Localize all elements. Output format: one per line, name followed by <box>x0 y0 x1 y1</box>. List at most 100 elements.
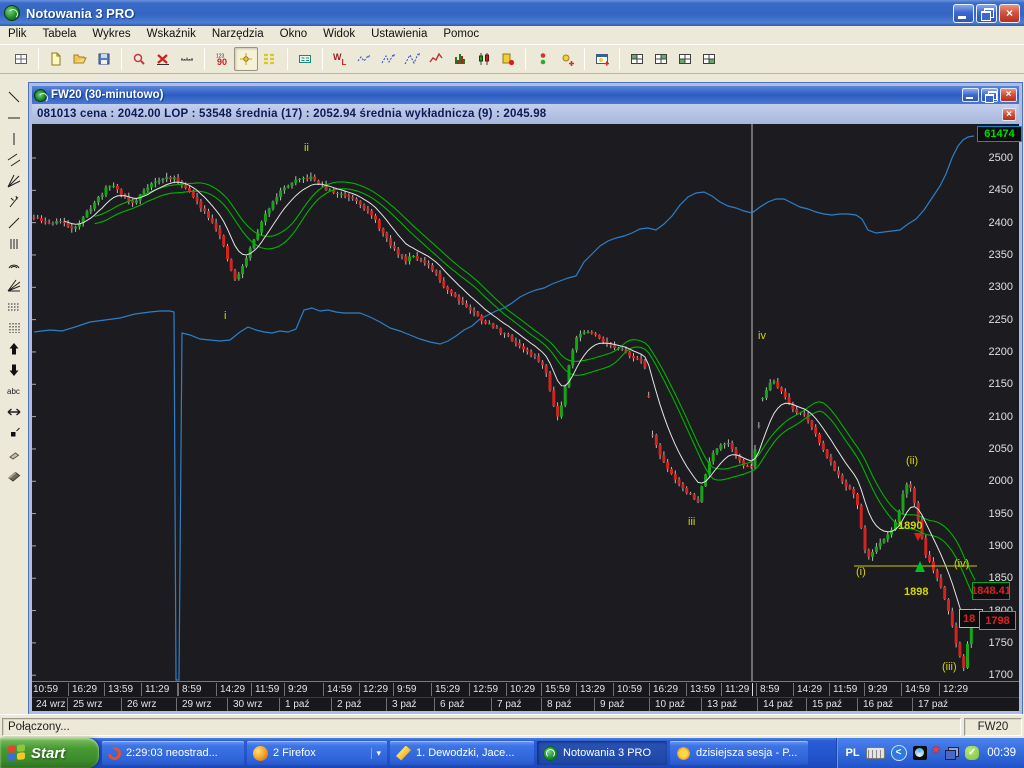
bar-chart-button[interactable] <box>448 47 472 71</box>
antivirus-check-icon[interactable]: ✓ <box>965 746 980 760</box>
vertical-lines-tool[interactable] <box>2 233 26 254</box>
date-tick: 14 paź <box>763 699 794 710</box>
delete-x-button[interactable] <box>151 47 175 71</box>
messenger-icon[interactable] <box>912 746 927 760</box>
network-monitors-icon[interactable] <box>945 746 960 760</box>
menu-tabela[interactable]: Tabela <box>35 27 85 43</box>
price-tick: 1750 <box>988 636 1013 649</box>
menu-narzędzia[interactable]: Narzędzia <box>204 27 272 43</box>
signal-dots-icon <box>540 53 546 65</box>
arrow-up-tool[interactable] <box>2 338 26 359</box>
time-tick: 13:59 <box>690 684 716 695</box>
alert-star-icon[interactable]: * <box>933 744 940 761</box>
quote-table-button[interactable] <box>293 47 317 71</box>
layout-tr-button[interactable] <box>649 47 673 71</box>
date-tick: 24 wrz <box>36 699 66 710</box>
start-button[interactable]: Start <box>0 738 99 768</box>
task-neostrada[interactable]: 2:29:03 neostrad... <box>102 741 244 765</box>
menu-wykres[interactable]: Wykres <box>84 27 138 43</box>
horizontal-arrow-tool[interactable] <box>2 401 26 422</box>
menu-wskaźnik[interactable]: Wskaźnik <box>139 27 204 43</box>
restore-button[interactable] <box>976 3 997 23</box>
chart-window-title-bar[interactable]: FW20 (30-minutowo) × <box>32 86 1019 104</box>
eraser-tool[interactable] <box>2 443 26 464</box>
arc-icon <box>8 264 20 268</box>
close-button[interactable]: × <box>999 3 1020 23</box>
horizontal-line-tool[interactable] <box>2 107 26 128</box>
date-axis[interactable]: 24 wrz 25 wrz 26 wrz 29 wrz 30 wrz 1 paź 2 paź… <box>32 697 1019 711</box>
save-button[interactable] <box>92 47 116 71</box>
menu-pomoc[interactable]: Pomoc <box>435 27 487 43</box>
task-group-dropdown[interactable]: ▾ <box>371 747 381 759</box>
date-tick: 3 paź <box>392 699 417 710</box>
scale-90-button[interactable]: 123 90 <box>210 47 234 71</box>
layout-bl-button[interactable] <box>673 47 697 71</box>
chart-restore-button[interactable] <box>981 88 998 103</box>
window-grid-icon <box>15 54 27 64</box>
vertical-grid-tool[interactable] <box>2 317 26 338</box>
zigzag-small-button[interactable] <box>352 47 376 71</box>
menu-ustawienia[interactable]: Ustawienia <box>363 27 435 43</box>
eraser-large-tool[interactable] <box>2 464 26 485</box>
layout-tl-button[interactable] <box>625 47 649 71</box>
language-indicator[interactable]: PL <box>846 747 860 759</box>
new-window-icon <box>596 54 609 66</box>
time-tick: 13:59 <box>108 684 134 695</box>
menu-plik[interactable]: Plik <box>0 27 35 43</box>
text-abc-tool[interactable]: abc <box>2 380 26 401</box>
snap-point-tool[interactable] <box>2 422 26 443</box>
ruler-button[interactable] <box>175 47 199 71</box>
new-window-button[interactable] <box>590 47 614 71</box>
minimize-button[interactable] <box>953 3 974 23</box>
task-notowania[interactable]: Notowania 3 PRO <box>537 741 667 765</box>
zoom-button[interactable] <box>127 47 151 71</box>
session-line-tick <box>752 683 753 696</box>
volume-chart-button[interactable] <box>496 47 520 71</box>
layout-br-icon <box>703 54 715 64</box>
new-file-button[interactable] <box>44 47 68 71</box>
task-pen[interactable]: 1. Dewodzki, Jace... <box>390 741 534 765</box>
parallel-lines-tool[interactable] <box>2 149 26 170</box>
pitchfork-tool[interactable] <box>2 191 26 212</box>
candle-chart-button[interactable] <box>472 47 496 71</box>
window-grid-button[interactable] <box>9 47 33 71</box>
open-folder-button[interactable] <box>68 47 92 71</box>
trend-down-tool[interactable] <box>2 86 26 107</box>
wl-indicator-button[interactable]: WL <box>328 47 352 71</box>
time-tick: 15:59 <box>545 684 571 695</box>
gann-fan-tool[interactable] <box>2 275 26 296</box>
menu-widok[interactable]: Widok <box>315 27 363 43</box>
signal-dots-button[interactable] <box>531 47 555 71</box>
date-separator <box>227 698 228 711</box>
hide-icons-chevron[interactable]: < <box>890 745 907 761</box>
chart-minimize-button[interactable] <box>962 88 979 102</box>
zigzag-medium-button[interactable] <box>376 47 400 71</box>
line-chart-button[interactable] <box>424 47 448 71</box>
vertical-line-tool[interactable] <box>2 128 26 149</box>
time-tick: 16:29 <box>653 684 679 695</box>
keyboard-icon[interactable] <box>865 747 885 759</box>
layout-br-button[interactable] <box>697 47 721 71</box>
price-tick: 1850 <box>988 572 1013 585</box>
toolbar-separator <box>287 48 288 70</box>
date-tick: 30 wrz <box>233 699 263 710</box>
time-axis[interactable]: 10:59 16:29 13:59 11:29 8:59 14:29 11:59 9:29 14… <box>32 681 1019 697</box>
price-tick: 1800 <box>988 604 1013 617</box>
fan-lines-tool[interactable] <box>2 170 26 191</box>
chart-close-button[interactable]: × <box>1000 88 1017 102</box>
arrow-down-tool[interactable] <box>2 359 26 380</box>
menu-okno[interactable]: Okno <box>272 27 316 43</box>
trend-up-tool[interactable] <box>2 212 26 233</box>
candlestick-chart[interactable] <box>32 124 988 681</box>
h-lines-button[interactable] <box>258 47 282 71</box>
task-firefox[interactable]: 2 Firefox ▾ <box>247 741 387 765</box>
info-bar-close-icon[interactable]: × <box>1002 107 1016 121</box>
horizontal-grid-tool[interactable] <box>2 296 26 317</box>
arc-tool[interactable] <box>2 254 26 275</box>
add-key-button[interactable] <box>555 47 579 71</box>
zigzag-large-button[interactable] <box>400 47 424 71</box>
price-axis[interactable]: 2500 2450 2400 2350 2300 2250 2200 2150 2100 2050… <box>977 124 1019 681</box>
task-sun[interactable]: dzisiejsza sesja - P... <box>670 741 808 765</box>
crosshair-button[interactable] <box>234 47 258 71</box>
parallel-lines-icon <box>7 153 21 166</box>
